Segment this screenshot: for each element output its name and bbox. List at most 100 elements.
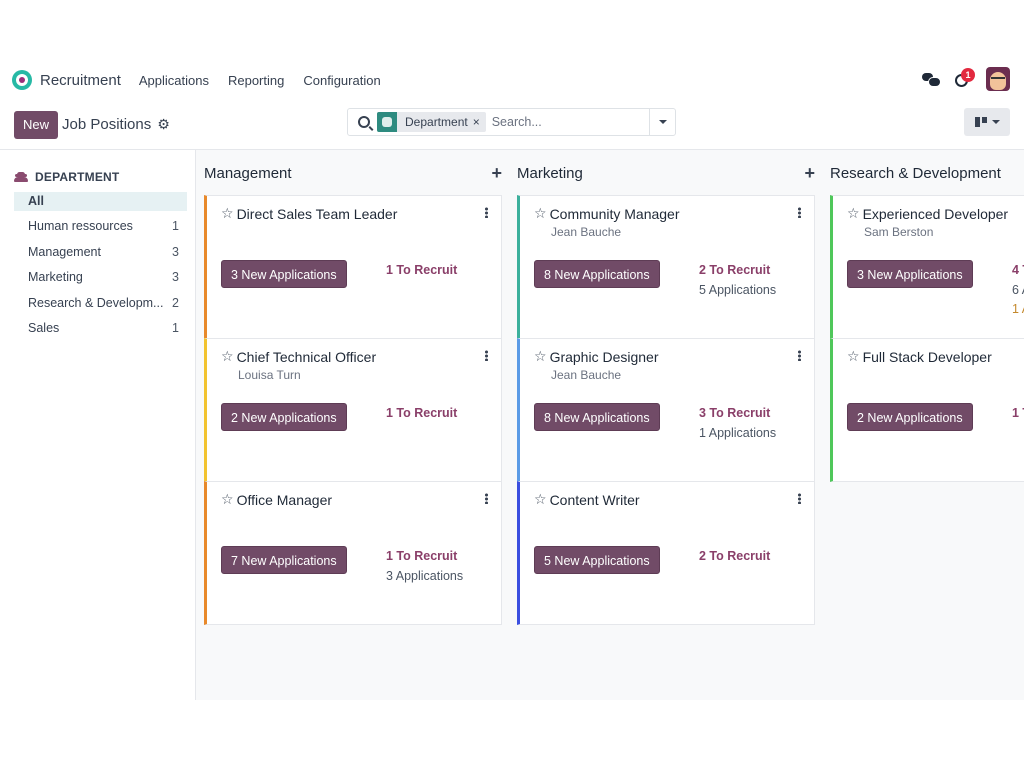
- column-title: Research & Development: [830, 164, 1001, 182]
- new-applications-button[interactable]: 7 New Applications: [221, 546, 347, 574]
- job-title[interactable]: Graphic Designer: [550, 349, 659, 365]
- card-menu-icon[interactable]: [485, 350, 488, 361]
- job-position-card[interactable]: ☆ Content Writer 5 New Applications 2 To…: [517, 481, 815, 625]
- job-position-card[interactable]: ☆ Community Manager Jean Bauche 8 New Ap…: [517, 195, 815, 339]
- sidebar-item-label: Marketing: [28, 270, 83, 284]
- kanban-column: Marketing + ☆ Community Manager Jean Bau…: [517, 150, 815, 700]
- job-title[interactable]: Community Manager: [550, 206, 680, 222]
- control-panel: New Job Positions ⚙ Department ×: [0, 100, 1024, 150]
- column-title: Management: [204, 164, 292, 182]
- card-menu-icon[interactable]: [798, 350, 801, 361]
- recruiter-name: Sam Berston: [864, 225, 934, 239]
- department-heading: DEPARTMENT: [14, 170, 191, 184]
- star-icon[interactable]: ☆: [221, 348, 234, 365]
- recruitment-app: Recruitment Applications Reporting Confi…: [0, 60, 1024, 700]
- job-position-card[interactable]: ☆ Graphic Designer Jean Bauche 8 New App…: [517, 338, 815, 482]
- new-applications-button[interactable]: 8 New Applications: [534, 260, 660, 288]
- kanban-board: Management + ☆ Direct Sales Team Leader …: [196, 150, 1024, 700]
- view-switcher[interactable]: [964, 108, 1010, 136]
- star-icon[interactable]: ☆: [221, 491, 234, 508]
- new-applications-button[interactable]: 3 New Applications: [221, 260, 347, 288]
- column-header: Marketing +: [517, 150, 815, 196]
- add-card-icon[interactable]: +: [491, 163, 502, 184]
- sidebar-item-count: 3: [172, 270, 179, 284]
- job-title[interactable]: Office Manager: [237, 492, 332, 508]
- add-card-icon[interactable]: +: [804, 163, 815, 184]
- star-icon[interactable]: ☆: [847, 205, 860, 222]
- kanban-column: Management + ☆ Direct Sales Team Leader …: [204, 150, 502, 700]
- messages-icon[interactable]: [922, 72, 941, 87]
- search-options-toggle[interactable]: [649, 109, 675, 135]
- search-icon[interactable]: [358, 116, 370, 128]
- sidebar-item-human-ressources[interactable]: Human ressources 1: [14, 217, 187, 243]
- to-recruit-link[interactable]: 1 To Recruit: [386, 547, 463, 567]
- to-recruit-link[interactable]: 4 T: [1012, 261, 1024, 281]
- applications-link[interactable]: 3 Applications: [386, 567, 463, 587]
- sidebar-item-sales[interactable]: Sales 1: [14, 319, 187, 345]
- recruiter-name: Jean Bauche: [551, 368, 622, 382]
- card-title-row: ☆ Content Writer: [534, 491, 800, 508]
- layers-icon: [377, 112, 397, 132]
- job-title[interactable]: Chief Technical Officer: [237, 349, 377, 365]
- card-menu-icon[interactable]: [798, 493, 801, 504]
- card-menu-icon[interactable]: [485, 207, 488, 218]
- job-position-card[interactable]: ☆ Full Stack Developer 2 New Application…: [830, 338, 1024, 482]
- applications-link[interactable]: 5 Applications: [699, 281, 776, 301]
- activities-link[interactable]: 1 A: [1012, 300, 1024, 320]
- gear-icon[interactable]: ⚙: [157, 116, 170, 133]
- job-position-card[interactable]: ☆ Office Manager 7 New Applications 1 To…: [204, 481, 502, 625]
- star-icon[interactable]: ☆: [847, 348, 860, 365]
- to-recruit-link[interactable]: 2 To Recruit: [699, 261, 776, 281]
- job-position-card[interactable]: ☆ Chief Technical Officer Louisa Turn 2 …: [204, 338, 502, 482]
- column-cards: ☆ Direct Sales Team Leader 3 New Applica…: [204, 195, 502, 625]
- user-avatar[interactable]: [986, 67, 1010, 91]
- menu-configuration[interactable]: Configuration: [303, 73, 380, 88]
- to-recruit-link[interactable]: 3 To Recruit: [699, 404, 776, 424]
- to-recruit-link[interactable]: 1 To Recruit: [386, 261, 457, 281]
- app-brand[interactable]: Recruitment: [12, 70, 121, 90]
- to-recruit-link[interactable]: 2 To Recruit: [699, 547, 770, 567]
- sidebar-item-research-development[interactable]: Research & Developm... 2: [14, 294, 187, 320]
- job-title[interactable]: Full Stack Developer: [863, 349, 992, 365]
- to-recruit-link[interactable]: 1 To Recruit: [386, 404, 457, 424]
- menu-reporting[interactable]: Reporting: [228, 73, 284, 88]
- column-cards: ☆ Experienced Developer Sam Berston 3 Ne…: [830, 195, 1024, 482]
- activities-button[interactable]: 1: [954, 68, 975, 88]
- search-input[interactable]: [491, 115, 642, 129]
- sidebar-item-all[interactable]: All: [14, 192, 187, 211]
- sidebar-item-management[interactable]: Management 3: [14, 243, 187, 269]
- new-applications-button[interactable]: 2 New Applications: [221, 403, 347, 431]
- job-title[interactable]: Experienced Developer: [863, 206, 1009, 222]
- star-icon[interactable]: ☆: [534, 491, 547, 508]
- card-stats: 4 T 6 A 1 A: [1012, 261, 1024, 320]
- applications-link[interactable]: 1 Applications: [699, 424, 776, 444]
- sidebar-item-marketing[interactable]: Marketing 3: [14, 268, 187, 294]
- department-heading-label: DEPARTMENT: [35, 170, 120, 184]
- job-title[interactable]: Content Writer: [550, 492, 640, 508]
- job-position-card[interactable]: ☆ Experienced Developer Sam Berston 3 Ne…: [830, 195, 1024, 339]
- job-position-card[interactable]: ☆ Direct Sales Team Leader 3 New Applica…: [204, 195, 502, 339]
- menu-applications[interactable]: Applications: [139, 73, 209, 88]
- new-applications-button[interactable]: 5 New Applications: [534, 546, 660, 574]
- job-title[interactable]: Direct Sales Team Leader: [237, 206, 398, 222]
- card-menu-icon[interactable]: [798, 207, 801, 218]
- star-icon[interactable]: ☆: [534, 348, 547, 365]
- app-name[interactable]: Recruitment: [40, 72, 121, 89]
- search-bar: Department ×: [347, 108, 676, 136]
- systray: 1: [922, 67, 1010, 91]
- card-title-row: ☆ Direct Sales Team Leader: [221, 205, 487, 222]
- new-applications-button[interactable]: 2 New Applications: [847, 403, 973, 431]
- new-button[interactable]: New: [14, 110, 59, 139]
- star-icon[interactable]: ☆: [221, 205, 234, 222]
- card-stats: 1 To Recruit 3 Applications: [386, 547, 463, 586]
- new-applications-button[interactable]: 8 New Applications: [534, 403, 660, 431]
- to-recruit-link[interactable]: 1 T: [1012, 404, 1024, 424]
- card-stats: 1 To Recruit: [386, 261, 457, 281]
- card-menu-icon[interactable]: [485, 493, 488, 504]
- applications-link[interactable]: 6 A: [1012, 281, 1024, 301]
- star-icon[interactable]: ☆: [534, 205, 547, 222]
- card-title-row: ☆ Community Manager: [534, 205, 800, 222]
- sidebar-item-count: 3: [172, 244, 179, 259]
- new-applications-button[interactable]: 3 New Applications: [847, 260, 973, 288]
- facet-remove-icon[interactable]: ×: [473, 115, 486, 129]
